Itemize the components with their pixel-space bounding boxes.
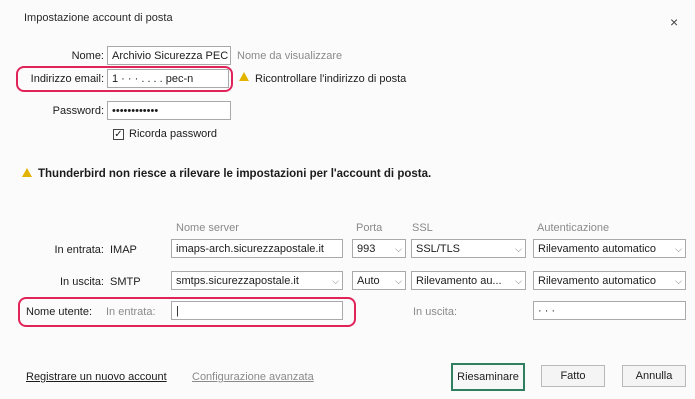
username-incoming-input[interactable]: | <box>171 301 343 320</box>
display-name-hint: Nome da visualizzare <box>237 50 343 62</box>
outgoing-auth-select[interactable]: Rilevamento automatico ⌵ <box>533 271 686 290</box>
username-incoming-label: In entrata: <box>106 306 156 318</box>
chevron-down-icon: ⌵ <box>395 276 402 286</box>
name-input[interactable]: Archivio Sicurezza PEC <box>107 46 231 65</box>
email-label: Indirizzo email: <box>30 73 104 85</box>
register-new-account-button[interactable]: Registrare un nuovo account <box>26 371 167 383</box>
username-outgoing-label: In uscita: <box>413 306 458 318</box>
outgoing-protocol[interactable]: SMTP <box>110 276 141 288</box>
header-auth: Autenticazione <box>537 222 610 234</box>
name-label: Nome: <box>71 50 104 62</box>
recheck-button[interactable]: Riesaminare <box>451 363 525 391</box>
header-ssl: SSL <box>412 222 433 234</box>
incoming-ssl-select[interactable]: SSL/TLS ⌵ <box>411 239 526 258</box>
cancel-button[interactable]: Annulla <box>622 365 686 387</box>
username-label: Nome utente: <box>26 306 93 318</box>
warning-icon <box>239 72 249 81</box>
incoming-port-select[interactable]: 993 ⌵ <box>352 239 406 258</box>
remember-password-checkbox[interactable]: ✓ <box>113 129 124 140</box>
username-outgoing-input[interactable]: · · · <box>533 301 686 320</box>
incoming-auth-select[interactable]: Rilevamento automatico ⌵ <box>533 239 686 258</box>
advanced-config-button[interactable]: Configurazione avanzata <box>192 371 314 383</box>
done-button[interactable]: Fatto <box>541 365 605 387</box>
chevron-down-icon: ⌵ <box>515 276 522 286</box>
password-input[interactable]: •••••••••••• <box>107 101 231 120</box>
incoming-label: In entrata: <box>54 244 104 256</box>
password-label: Password: <box>52 105 104 117</box>
warning-icon <box>22 168 32 177</box>
outgoing-server-input[interactable]: smtps.sicurezzapostale.it ⌵ <box>171 271 343 290</box>
chevron-down-icon: ⌵ <box>675 276 682 286</box>
detection-warning-text: Thunderbird non riesce a rilevare le imp… <box>38 168 432 180</box>
header-server: Nome server <box>176 222 239 234</box>
recheck-email-link[interactable]: Ricontrollare l'indirizzo di posta <box>255 73 406 85</box>
dialog-title: Impostazione account di posta <box>24 12 173 24</box>
close-icon[interactable]: × <box>670 14 678 30</box>
incoming-server-input[interactable]: imaps-arch.sicurezzapostale.it <box>171 239 343 258</box>
chevron-down-icon: ⌵ <box>332 276 339 286</box>
chevron-down-icon: ⌵ <box>515 244 522 254</box>
header-port: Porta <box>356 222 383 234</box>
outgoing-label: In uscita: <box>59 276 104 288</box>
chevron-down-icon: ⌵ <box>675 244 682 254</box>
remember-password-label: Ricorda password <box>129 128 218 140</box>
outgoing-ssl-select[interactable]: Rilevamento au... ⌵ <box>411 271 526 290</box>
incoming-protocol[interactable]: IMAP <box>110 244 137 256</box>
chevron-down-icon: ⌵ <box>395 244 402 254</box>
outgoing-port-select[interactable]: Auto ⌵ <box>352 271 406 290</box>
email-input[interactable]: 1 · · · . . . . pec-n <box>107 69 229 88</box>
